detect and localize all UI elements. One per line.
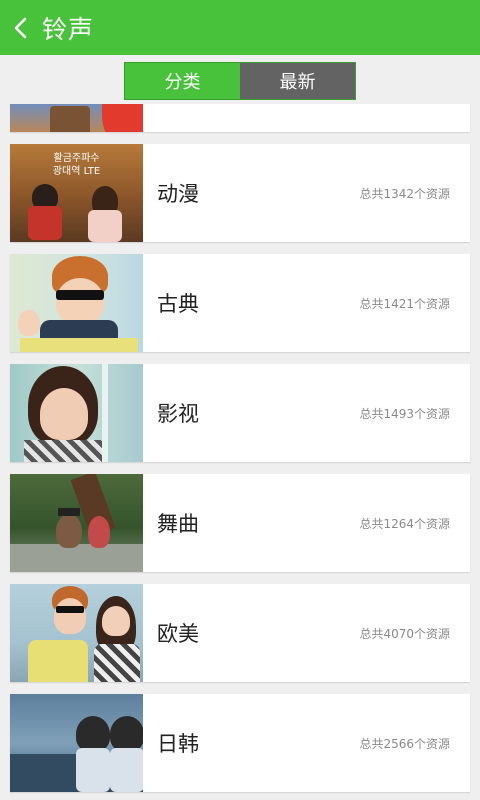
resource-count: 总共1421个资源 — [359, 296, 450, 311]
list-item[interactable] — [10, 104, 470, 132]
list-item[interactable]: 舞曲 总共1264个资源 — [10, 474, 470, 572]
category-name: 动漫 — [157, 182, 199, 206]
category-thumbnail — [10, 694, 143, 792]
resource-count: 总共4070个资源 — [359, 626, 450, 641]
chevron-left-icon — [14, 17, 27, 38]
category-name: 舞曲 — [157, 512, 199, 536]
category-name: 古典 — [157, 292, 199, 316]
resource-count: 总共1342个资源 — [359, 186, 450, 201]
page-title: 铃声 — [42, 14, 95, 44]
tab-latest[interactable]: 最新 — [240, 63, 355, 99]
category-thumbnail — [10, 364, 143, 462]
category-thumbnail — [10, 584, 143, 682]
back-button[interactable] — [0, 0, 42, 55]
list-item[interactable]: 欧美 总共4070个资源 — [10, 584, 470, 682]
list-item[interactable]: 日韩 总共2566个资源 — [10, 694, 470, 792]
list-item[interactable]: 古典 总共1421个资源 — [10, 254, 470, 352]
category-thumbnail: 활금주파수 광대역 LTE — [10, 144, 143, 242]
category-name: 欧美 — [157, 622, 199, 646]
category-thumbnail — [10, 254, 143, 352]
thumbnail-caption: 활금주파수 광대역 LTE — [52, 153, 101, 177]
resource-count: 总共1264个资源 — [359, 516, 450, 531]
category-name: 影视 — [157, 402, 199, 426]
category-thumbnail — [10, 104, 143, 132]
app-header: 铃声 — [0, 0, 480, 55]
list-item[interactable]: 影视 总共1493个资源 — [10, 364, 470, 462]
category-list: 활금주파수 광대역 LTE 动漫 总共1342个资源 古典 总共1421个资源 — [0, 104, 480, 800]
tab-bar: 分类 最新 — [124, 62, 356, 100]
resource-count: 总共1493个资源 — [359, 406, 450, 421]
resource-count: 总共2566个资源 — [359, 736, 450, 751]
category-name: 日韩 — [157, 732, 199, 756]
list-item[interactable]: 활금주파수 광대역 LTE 动漫 总共1342个资源 — [10, 144, 470, 242]
tab-category[interactable]: 分类 — [125, 63, 240, 99]
category-thumbnail — [10, 474, 143, 572]
